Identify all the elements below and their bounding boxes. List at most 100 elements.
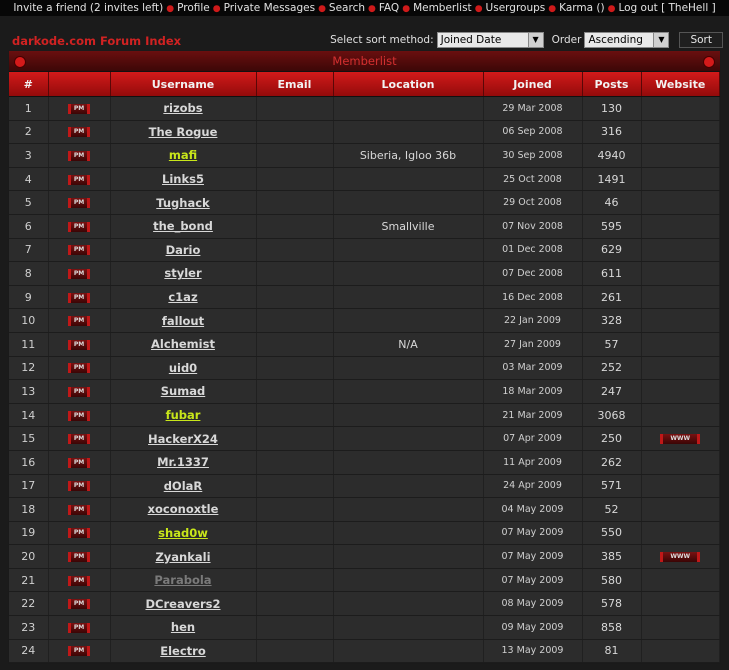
- memberlist-title: Memberlist: [332, 54, 397, 68]
- top-nav-link[interactable]: Profile: [177, 2, 210, 14]
- pm-button[interactable]: PM: [67, 528, 91, 539]
- website-cell: [641, 591, 720, 617]
- website-button[interactable]: WWW: [660, 434, 701, 445]
- pm-cell: PM: [48, 214, 111, 239]
- sort-method-value: Joined Date: [440, 34, 502, 46]
- username-link[interactable]: The Rogue: [149, 125, 218, 139]
- row-number: 15: [9, 426, 49, 451]
- location-cell: [333, 403, 484, 428]
- username-link[interactable]: Electro: [160, 644, 205, 658]
- pm-button[interactable]: PM: [67, 646, 91, 657]
- top-navigation: Invite a friend (2 invites left) ● Profile…: [0, 0, 729, 16]
- sort-button[interactable]: Sort: [679, 32, 723, 48]
- username-link[interactable]: Parabola: [154, 573, 211, 587]
- username-link[interactable]: DCreavers2: [145, 597, 220, 611]
- username-cell: shad0w: [110, 521, 257, 546]
- pm-cell: PM: [48, 261, 111, 286]
- post-count: 580: [582, 568, 642, 593]
- pm-button[interactable]: PM: [67, 434, 91, 445]
- username-link[interactable]: Dario: [166, 243, 201, 257]
- table-row: 23 PM hen 09 May 2009 858: [9, 615, 720, 640]
- sort-method-select[interactable]: Joined Date ▼: [436, 32, 544, 48]
- top-nav-link[interactable]: Invite a friend (2 invites left): [13, 2, 163, 14]
- website-cell: WWW: [641, 426, 720, 451]
- pm-button[interactable]: PM: [67, 481, 91, 492]
- website-cell: [641, 450, 720, 475]
- pm-cell: PM: [48, 615, 111, 640]
- username-link[interactable]: Tughack: [156, 196, 209, 210]
- location-cell: [333, 615, 484, 640]
- username-link[interactable]: Links5: [162, 172, 204, 186]
- pm-button[interactable]: PM: [67, 221, 91, 232]
- username-link[interactable]: dOlaR: [164, 479, 203, 493]
- pm-button[interactable]: PM: [67, 575, 91, 586]
- post-count: 252: [582, 356, 642, 381]
- website-cell: [641, 639, 720, 664]
- username-link[interactable]: styler: [164, 266, 201, 280]
- username-link[interactable]: hen: [171, 620, 195, 634]
- pm-button[interactable]: PM: [67, 339, 91, 350]
- pm-button[interactable]: PM: [67, 198, 91, 209]
- pm-button[interactable]: PM: [67, 150, 91, 161]
- table-row: 9 PM c1az 16 Dec 2008 261: [9, 285, 720, 310]
- username-cell: The Rogue: [110, 120, 257, 145]
- pm-cell: PM: [48, 450, 111, 475]
- username-link[interactable]: fallout: [162, 314, 204, 328]
- row-number: 11: [9, 332, 49, 357]
- pm-cell: PM: [48, 591, 111, 617]
- post-count: 81: [582, 639, 642, 664]
- pm-button[interactable]: PM: [67, 504, 91, 515]
- top-nav-link[interactable]: Karma (): [559, 2, 604, 14]
- top-nav-link[interactable]: Search: [329, 2, 365, 14]
- username-link[interactable]: Zyankali: [155, 550, 210, 564]
- username-link[interactable]: mafi: [169, 148, 197, 162]
- pm-button[interactable]: PM: [67, 292, 91, 303]
- row-number: 13: [9, 379, 49, 404]
- separator-dot-icon: ●: [212, 4, 221, 14]
- username-link[interactable]: uid0: [169, 361, 197, 375]
- pm-button[interactable]: PM: [67, 316, 91, 327]
- pm-button[interactable]: PM: [67, 599, 91, 610]
- top-nav-link[interactable]: Private Messages: [224, 2, 315, 14]
- post-count: 629: [582, 238, 642, 263]
- username-link[interactable]: Mr.1337: [157, 455, 209, 469]
- pm-button[interactable]: PM: [67, 457, 91, 468]
- pm-button[interactable]: PM: [67, 363, 91, 374]
- email-cell: [256, 615, 334, 640]
- pm-button[interactable]: PM: [67, 386, 91, 397]
- row-number: 2: [9, 120, 49, 145]
- top-nav-link[interactable]: Memberlist: [413, 2, 472, 14]
- username-link[interactable]: the_bond: [153, 219, 213, 233]
- top-nav-link[interactable]: FAQ: [379, 2, 399, 14]
- username-link[interactable]: xoconoxtle: [148, 502, 219, 516]
- table-row: 10 PM fallout 22 Jan 2009 328: [9, 308, 720, 333]
- website-cell: [641, 332, 720, 357]
- username-link[interactable]: shad0w: [158, 526, 208, 540]
- username-link[interactable]: fubar: [166, 408, 201, 422]
- username-link[interactable]: c1az: [168, 290, 197, 304]
- top-nav-link[interactable]: Log out [ TheHell ]: [618, 2, 715, 14]
- pm-button[interactable]: PM: [67, 410, 91, 421]
- pm-button[interactable]: PM: [67, 245, 91, 256]
- top-nav-link[interactable]: Usergroups: [486, 2, 546, 14]
- username-cell: Dario: [110, 238, 257, 263]
- website-cell: [641, 474, 720, 499]
- pm-button[interactable]: PM: [67, 268, 91, 279]
- table-row: 6 PM the_bond Smallville 07 Nov 2008 595: [9, 214, 720, 239]
- username-link[interactable]: Alchemist: [151, 337, 215, 351]
- row-number: 5: [9, 190, 49, 215]
- pm-button[interactable]: PM: [67, 174, 91, 185]
- order-select[interactable]: Ascending ▼: [584, 32, 670, 48]
- pm-button[interactable]: PM: [67, 127, 91, 138]
- username-link[interactable]: rizobs: [163, 101, 202, 115]
- username-link[interactable]: HackerX24: [148, 432, 218, 446]
- website-button[interactable]: WWW: [660, 552, 701, 563]
- location-cell: [333, 426, 484, 451]
- forum-index-link[interactable]: darkode.com Forum Index: [12, 34, 181, 48]
- pm-button[interactable]: PM: [67, 552, 91, 563]
- pm-cell: PM: [48, 379, 111, 404]
- row-number: 21: [9, 568, 49, 593]
- username-link[interactable]: Sumad: [161, 384, 205, 398]
- pm-button[interactable]: PM: [67, 622, 91, 633]
- pm-button[interactable]: PM: [67, 103, 91, 114]
